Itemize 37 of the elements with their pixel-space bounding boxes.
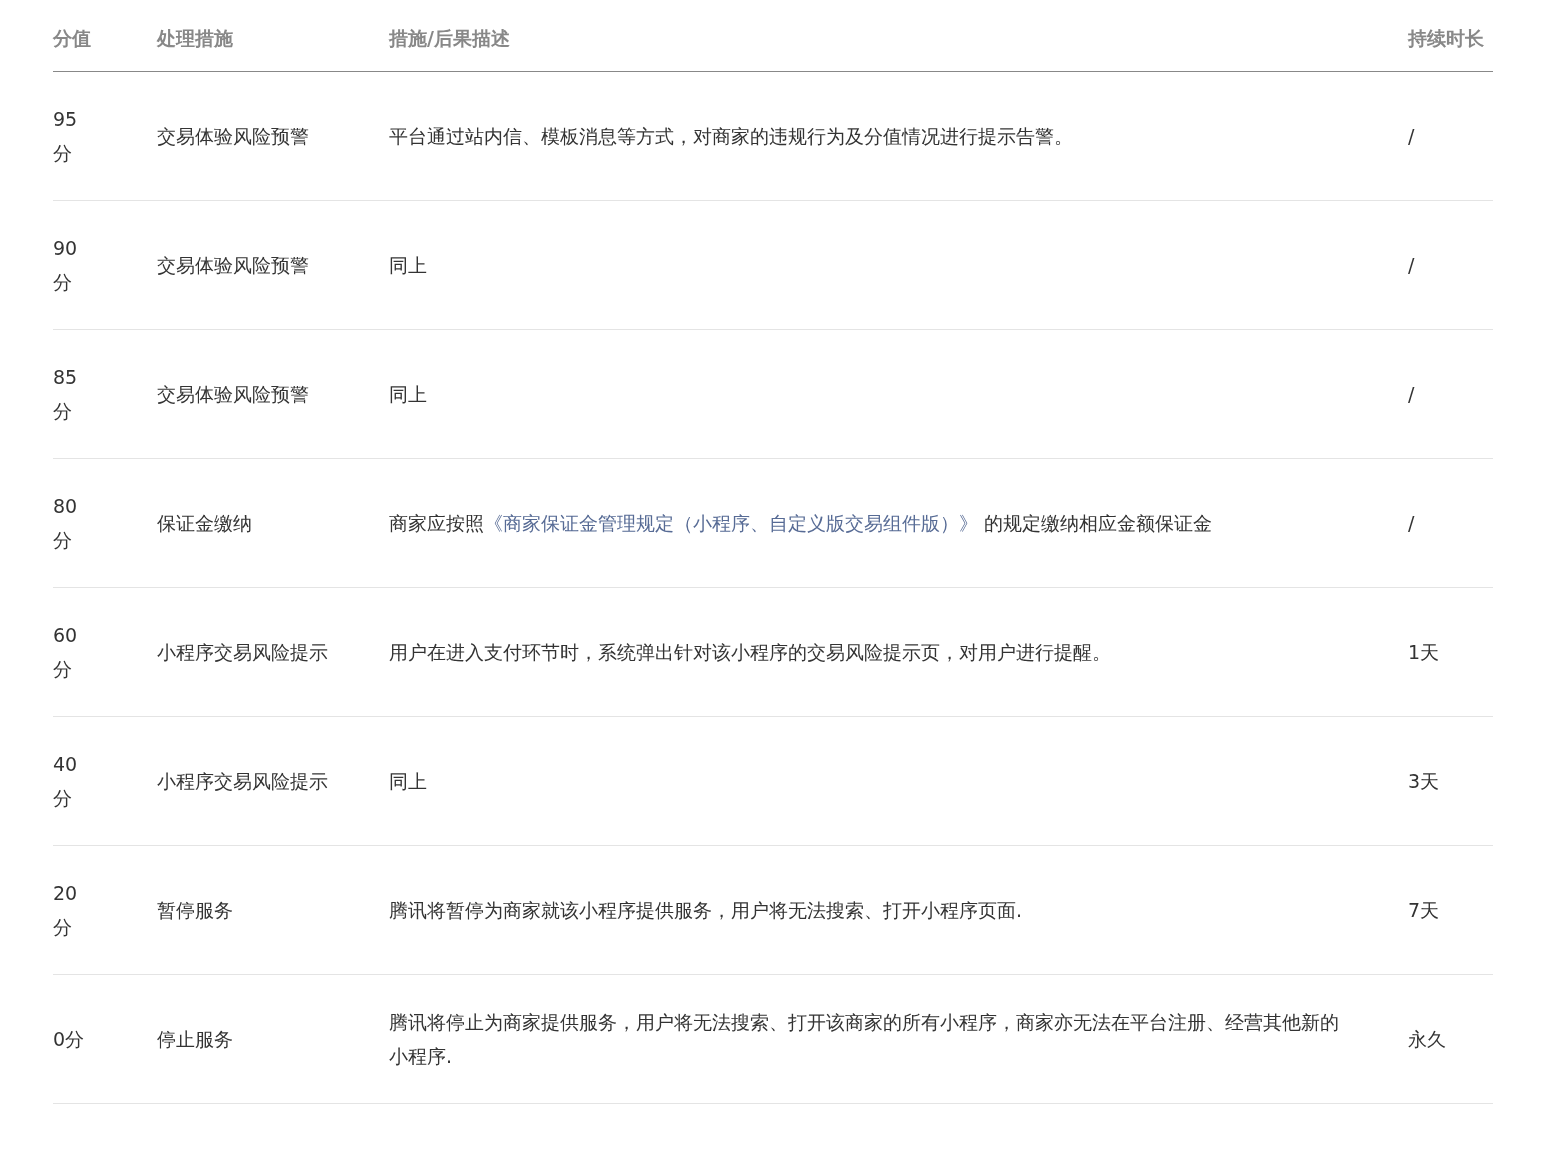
table-cell-text: 60 分 xyxy=(53,623,79,682)
table-cell-text: 平台通过站内信、模板消息等方式，对商家的违规行为及分值情况进行提示告警。 xyxy=(389,124,1074,149)
column-header: 处理措施 xyxy=(157,26,234,51)
table-cell-text: 小程序交易风险提示 xyxy=(157,640,329,665)
table-cell-text: 商家应按照《商家保证金管理规定（小程序、自定义版交易组件版）》 的规定缴纳相应金额保证金 xyxy=(389,511,1214,536)
column-header: 措施/后果描述 xyxy=(389,26,511,51)
table-cell-text: 永久 xyxy=(1408,1027,1447,1052)
table-cell-text: 同上 xyxy=(389,769,428,794)
table-cell-text: 腾讯将停止为商家提供服务，用户将无法搜索、打开该商家的所有小程序，商家亦无法在平台注册、经营其他新的小程序. xyxy=(389,1010,1340,1069)
table-cell-text: 小程序交易风险提示 xyxy=(157,769,329,794)
table-cell-text: / xyxy=(1408,253,1416,278)
document-link[interactable]: 《商家保证金管理规定（小程序、自定义版交易组件版）》 xyxy=(484,512,978,534)
table-cell-text: 3天 xyxy=(1408,769,1441,794)
table-cell-text: 20 分 xyxy=(53,881,79,940)
table-cell-text: 交易体验风险预警 xyxy=(157,382,310,407)
table-cell-text: 同上 xyxy=(389,253,428,278)
table-cell-text: 1天 xyxy=(1408,640,1441,665)
table-cell-text: 保证金缴纳 xyxy=(157,511,253,536)
table-cell-text: 90 分 xyxy=(53,236,79,295)
table-cell-text: / xyxy=(1408,124,1416,149)
table-cell-text: 交易体验风险预警 xyxy=(157,253,310,278)
table-cell-text: 95 分 xyxy=(53,107,79,166)
table-cell-text: 用户在进入支付环节时，系统弹出针对该小程序的交易风险提示页，对用户进行提醒。 xyxy=(389,640,1112,665)
table-cell-text: / xyxy=(1408,511,1416,536)
table-cell-text: / xyxy=(1408,382,1416,407)
table-cell-text: 85 分 xyxy=(53,365,79,424)
table-cell-text: 7天 xyxy=(1408,898,1441,923)
column-header: 持续时长 xyxy=(1408,26,1485,51)
table-cell-text: 腾讯将暂停为商家就该小程序提供服务，用户将无法搜索、打开小程序页面. xyxy=(389,898,1024,923)
table-cell-text: 暂停服务 xyxy=(157,898,234,923)
table-cell-text: 80 分 xyxy=(53,494,79,553)
column-header: 分值 xyxy=(53,26,92,51)
table-cell-text: 交易体验风险预警 xyxy=(157,124,310,149)
table-cell-text: 40 分 xyxy=(53,752,79,811)
table-cell-text: 停止服务 xyxy=(157,1027,234,1052)
table-cell-text: 0分 xyxy=(53,1027,86,1052)
table-cell-text: 同上 xyxy=(389,382,428,407)
